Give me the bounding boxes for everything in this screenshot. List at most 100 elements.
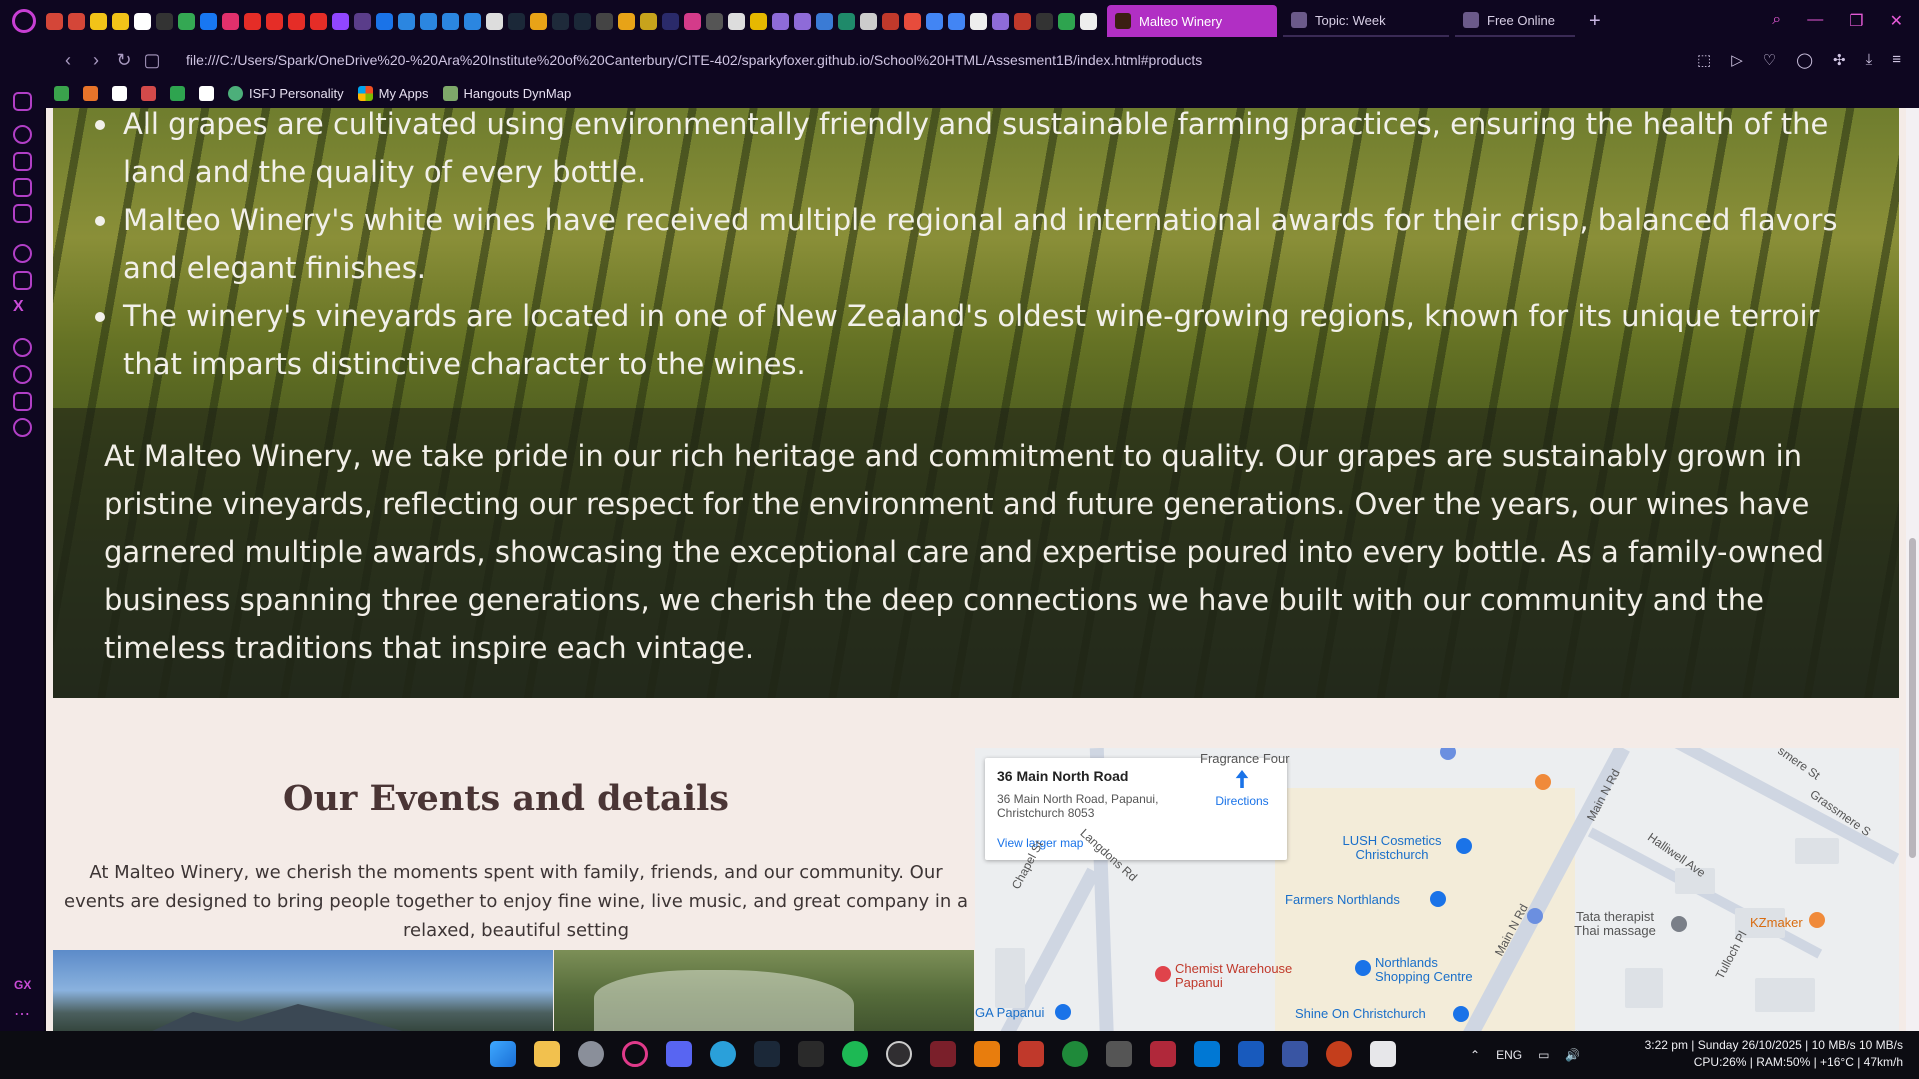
openai-icon[interactable] bbox=[596, 12, 613, 30]
chemist-pin-icon[interactable] bbox=[1155, 966, 1171, 982]
a-icon[interactable] bbox=[1058, 12, 1075, 30]
doc-icon[interactable] bbox=[420, 12, 437, 30]
bookmark-item[interactable] bbox=[170, 85, 185, 101]
account-icon[interactable]: ◯ bbox=[1796, 51, 1813, 69]
discord-icon[interactable] bbox=[666, 1041, 692, 1067]
visio-icon[interactable] bbox=[1282, 1041, 1308, 1067]
epic-games-icon[interactable] bbox=[798, 1041, 824, 1067]
shopping-pin-icon[interactable] bbox=[1809, 912, 1825, 928]
more-options-icon[interactable]: ⋯ bbox=[14, 1004, 30, 1024]
scrollbar-thumb[interactable] bbox=[1909, 538, 1916, 858]
windows-start-icon[interactable] bbox=[490, 1041, 516, 1067]
language-indicator[interactable]: ENG bbox=[1496, 1048, 1522, 1062]
moon-icon[interactable] bbox=[662, 12, 679, 30]
youtube-icon[interactable] bbox=[244, 12, 261, 30]
opera-gx-icon[interactable] bbox=[622, 1041, 648, 1067]
search-icon[interactable] bbox=[640, 12, 657, 30]
bookmark-item[interactable] bbox=[199, 85, 214, 101]
x-twitter-icon[interactable]: X bbox=[13, 298, 32, 317]
shopping-bag-icon[interactable] bbox=[1430, 891, 1446, 907]
maps-icon[interactable] bbox=[178, 12, 195, 30]
page-scrollbar[interactable] bbox=[1906, 108, 1919, 1031]
tab-malteo-winery[interactable]: Malteo Winery bbox=[1107, 5, 1277, 37]
settings-icon[interactable] bbox=[578, 1041, 604, 1067]
gx-control-icon[interactable]: GX bbox=[14, 978, 31, 992]
calendar-icon[interactable] bbox=[13, 204, 32, 223]
poi-kzmaker[interactable]: KZmaker bbox=[1750, 916, 1803, 930]
taskbar-clock[interactable]: 3:22 pm | Sunday 26/10/2025 | 10 MB/s 10… bbox=[1645, 1037, 1903, 1071]
vscode-icon[interactable] bbox=[1194, 1041, 1220, 1067]
twitch-sidebar-icon[interactable] bbox=[13, 271, 32, 290]
k-icon[interactable] bbox=[860, 12, 877, 30]
ai-assistant-icon[interactable] bbox=[13, 244, 32, 263]
notes-icon[interactable] bbox=[90, 12, 107, 30]
tab-free-online[interactable]: Free Online bbox=[1455, 5, 1575, 37]
opera-gx-logo-icon[interactable] bbox=[12, 9, 36, 33]
network-icon[interactable]: ▭ bbox=[1538, 1048, 1549, 1062]
file-icon[interactable] bbox=[794, 12, 811, 30]
volume-icon[interactable]: 🔊 bbox=[1565, 1048, 1580, 1062]
bookmark-hangouts-dynmap[interactable]: Hangouts DynMap bbox=[442, 85, 571, 101]
poi-tata-thai-massage[interactable]: Tata therapist Thai massage bbox=[1565, 910, 1665, 938]
telegram-icon[interactable] bbox=[710, 1041, 736, 1067]
download-icon[interactable]: ⤓ bbox=[1866, 51, 1873, 69]
g-icon[interactable] bbox=[904, 12, 921, 30]
diamond-icon[interactable] bbox=[530, 12, 547, 30]
photo-icon[interactable] bbox=[134, 12, 151, 30]
bookmark-item[interactable] bbox=[83, 85, 98, 101]
shopping-bag-icon[interactable] bbox=[1453, 1006, 1469, 1022]
steam-icon[interactable] bbox=[574, 12, 591, 30]
massage-pin-icon[interactable] bbox=[1671, 916, 1687, 932]
poi-shine-on[interactable]: Shine On Christchurch bbox=[1295, 1007, 1426, 1021]
bookmark-isfj[interactable]: ISFJ Personality bbox=[228, 85, 344, 101]
news-icon[interactable] bbox=[13, 178, 32, 197]
steam-icon[interactable] bbox=[508, 12, 525, 30]
file-explorer-icon[interactable] bbox=[534, 1041, 560, 1067]
youtube-icon[interactable] bbox=[266, 12, 283, 30]
bookmark-item[interactable] bbox=[112, 85, 127, 101]
blender-icon[interactable] bbox=[974, 1041, 1000, 1067]
new-tab-button[interactable]: + bbox=[1589, 10, 1601, 33]
notes-icon[interactable] bbox=[112, 12, 129, 30]
youtube-icon[interactable] bbox=[288, 12, 305, 30]
car-app-icon[interactable] bbox=[1106, 1041, 1132, 1067]
easy-setup-icon[interactable]: ≡ bbox=[1892, 51, 1901, 69]
instagram-icon[interactable] bbox=[222, 12, 239, 30]
notepad-icon[interactable] bbox=[1370, 1041, 1396, 1067]
spotify-icon[interactable] bbox=[842, 1041, 868, 1067]
snapshot-icon[interactable]: ⬚ bbox=[1697, 51, 1711, 69]
m-app-icon[interactable] bbox=[930, 1041, 956, 1067]
bookmark-item[interactable] bbox=[54, 85, 69, 101]
bookmark-heart-icon[interactable]: ♡ bbox=[1763, 51, 1776, 69]
reload-icon[interactable]: ↻ bbox=[110, 50, 138, 71]
bookmark-my-apps[interactable]: My Apps bbox=[357, 85, 429, 101]
b-app-icon[interactable] bbox=[1150, 1041, 1176, 1067]
twitch-icon[interactable] bbox=[332, 12, 349, 30]
gmail-icon[interactable] bbox=[46, 12, 63, 30]
briefcase-icon[interactable] bbox=[13, 152, 32, 171]
doc-icon[interactable] bbox=[464, 12, 481, 30]
file-icon[interactable] bbox=[772, 12, 789, 30]
directions-button[interactable]: Directions bbox=[1207, 770, 1277, 808]
doc-icon[interactable] bbox=[442, 12, 459, 30]
powerpoint-icon[interactable] bbox=[1326, 1041, 1352, 1067]
chevron-up-icon[interactable]: ⌃ bbox=[1470, 1048, 1480, 1062]
docs-icon[interactable] bbox=[948, 12, 965, 30]
amazon-icon[interactable] bbox=[970, 12, 987, 30]
shopping-bag-icon[interactable] bbox=[1055, 1004, 1071, 1020]
github-icon[interactable] bbox=[1080, 12, 1097, 30]
poi-farmers-northlands[interactable]: Farmers Northlands bbox=[1285, 893, 1400, 907]
tool-icon[interactable] bbox=[684, 12, 701, 30]
obs-icon[interactable] bbox=[886, 1041, 912, 1067]
poi-chemist-warehouse[interactable]: Chemist Warehouse Papanui bbox=[1175, 962, 1305, 990]
speed-dial-icon[interactable] bbox=[13, 125, 32, 144]
settings-gear-icon[interactable] bbox=[13, 418, 32, 437]
url-field[interactable]: file:///C:/Users/Spark/OneDrive%20-%20Ar… bbox=[186, 52, 1202, 68]
tab-search-icon[interactable]: ⌕ bbox=[1772, 11, 1781, 31]
t-icon[interactable] bbox=[1036, 12, 1053, 30]
forward-icon[interactable]: › bbox=[82, 50, 110, 71]
diamond-icon[interactable] bbox=[618, 12, 635, 30]
poi-lush-cosmetics[interactable]: LUSH Cosmetics Christchurch bbox=[1332, 834, 1452, 862]
maximize-icon[interactable]: ❐ bbox=[1849, 11, 1863, 31]
parking-icon[interactable] bbox=[1440, 748, 1456, 760]
